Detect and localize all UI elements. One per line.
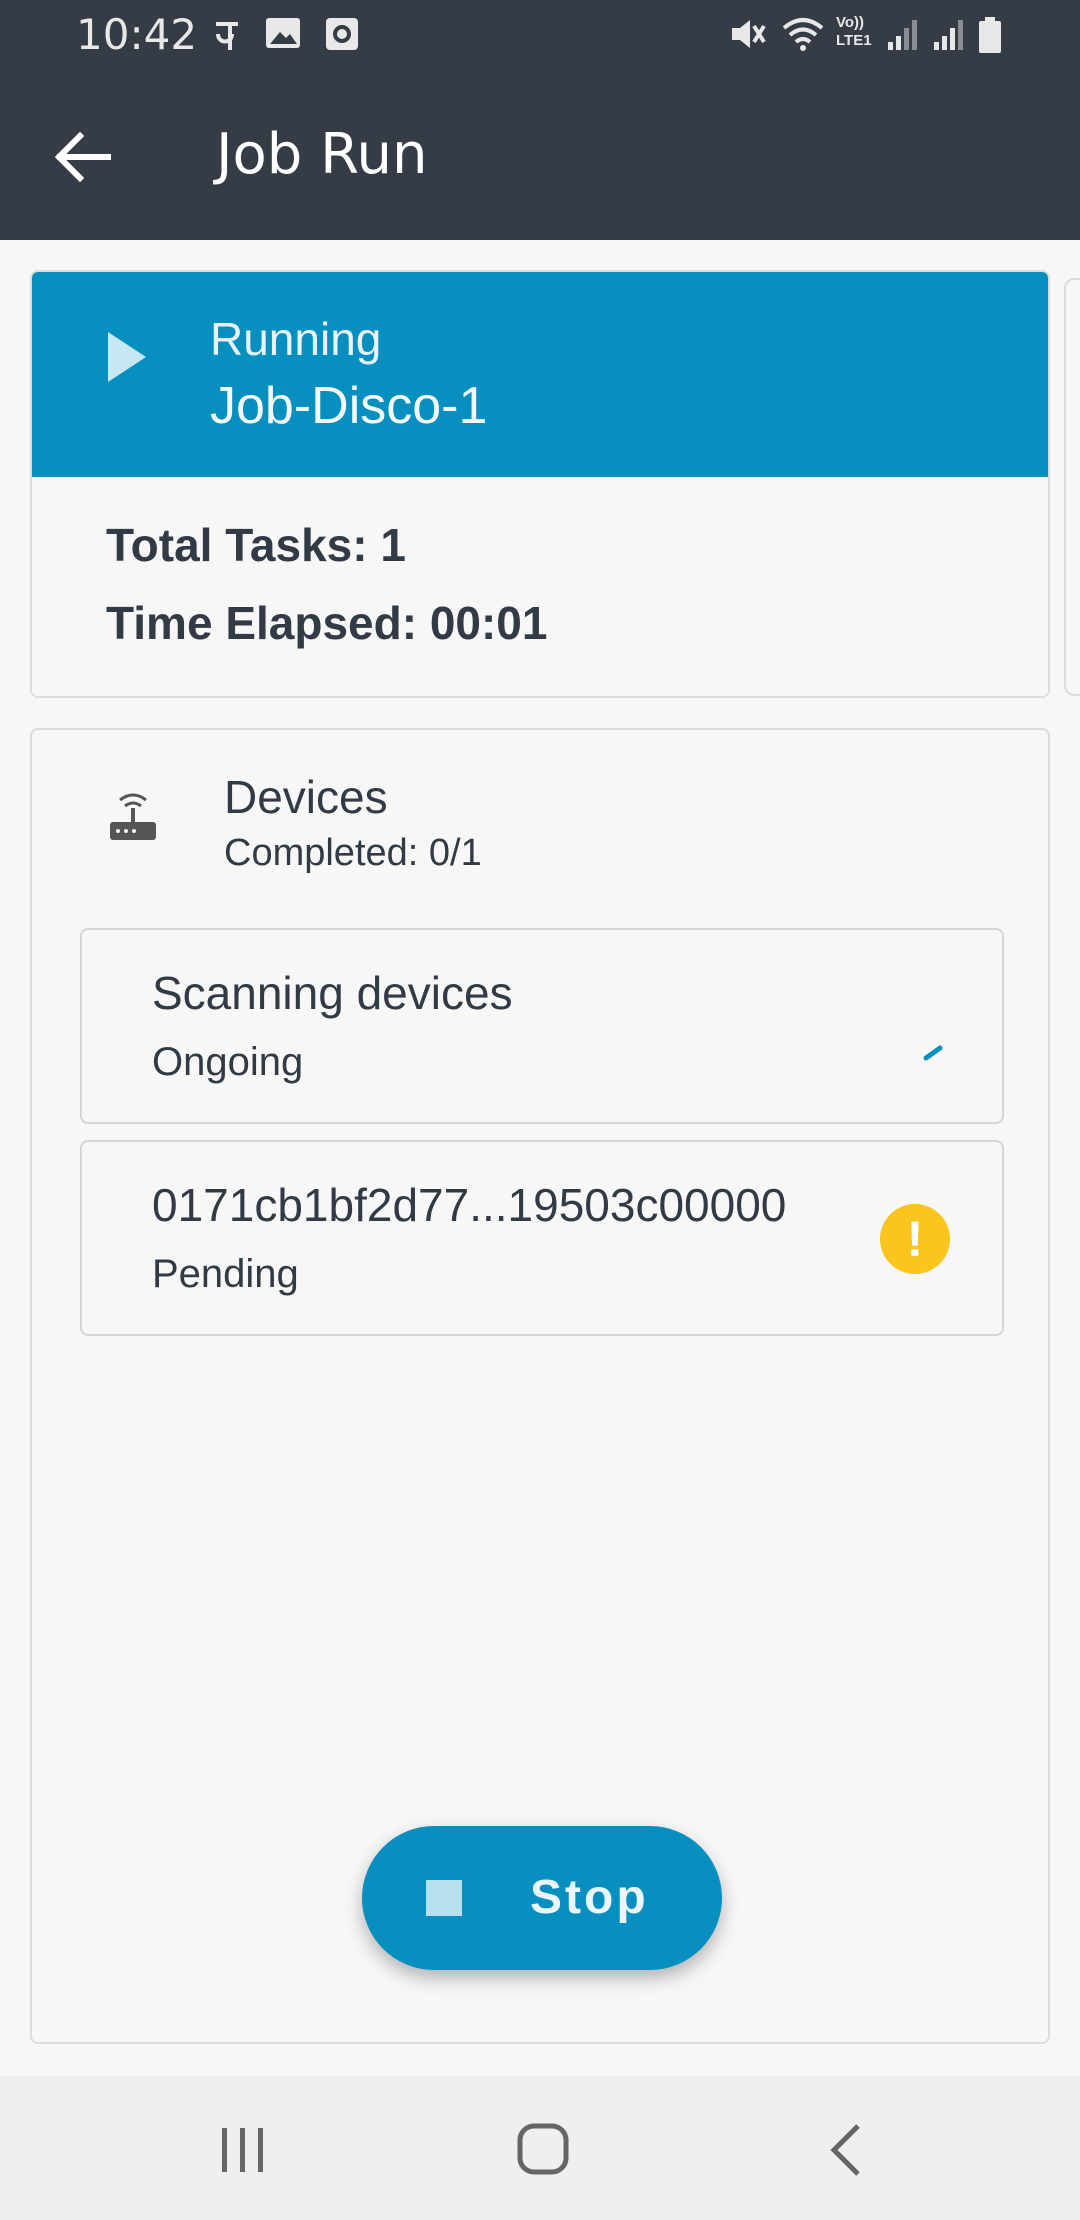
devices-title: Devices [224, 771, 388, 823]
task-title: Scanning devices [152, 967, 513, 1019]
volte-icon: Vo)) LTE1 [836, 14, 872, 49]
task-status: Pending [152, 1252, 299, 1296]
next-card-peek[interactable] [1064, 278, 1080, 696]
arrow-left-icon[interactable] [50, 122, 120, 192]
clock-app-icon [326, 18, 358, 50]
task-title: 0171cb1bf2d77...19503c00000 [152, 1179, 787, 1231]
recents-icon[interactable] [208, 2120, 278, 2180]
stop-square-icon [426, 1880, 462, 1916]
signal-icon [934, 20, 963, 50]
devices-completed: Completed: 0/1 [224, 832, 482, 874]
back-nav-icon[interactable] [812, 2120, 882, 2180]
stop-button-label: Stop [530, 1871, 649, 1924]
image-icon [266, 18, 300, 48]
status-bar: 10:42 Vo)) LTE1 [0, 0, 1080, 72]
signal-icon [888, 20, 917, 50]
wifi-icon [782, 18, 824, 51]
stop-button[interactable]: Stop [362, 1826, 722, 1970]
system-nav-bar [0, 2076, 1080, 2220]
spinner-icon [923, 1045, 943, 1061]
devices-card: Devices Completed: 0/1 Scanning devices … [30, 728, 1050, 2044]
status-time: 10:42 [76, 10, 198, 59]
job-summary-card: Running Job-Disco-1 Total Tasks: 1 Time … [30, 270, 1050, 698]
job-status-header: Running Job-Disco-1 [32, 272, 1048, 477]
battery-icon [979, 17, 1001, 53]
app-bar: Job Run [0, 72, 1080, 240]
total-tasks: Total Tasks: 1 [106, 519, 406, 571]
home-icon[interactable] [508, 2120, 578, 2180]
job-state: Running [210, 313, 382, 365]
task-status: Ongoing [152, 1040, 304, 1084]
phonepe-icon [216, 22, 238, 50]
job-name: Job-Disco-1 [210, 377, 488, 435]
task-item[interactable]: 0171cb1bf2d77...19503c00000 Pending ! [80, 1140, 1004, 1336]
warning-icon: ! [880, 1204, 950, 1274]
page-title: Job Run [216, 122, 428, 187]
router-icon [110, 793, 156, 840]
mute-icon [732, 20, 766, 48]
task-item[interactable]: Scanning devices Ongoing [80, 928, 1004, 1124]
time-elapsed: Time Elapsed: 00:01 [106, 597, 548, 649]
play-icon [108, 332, 146, 382]
